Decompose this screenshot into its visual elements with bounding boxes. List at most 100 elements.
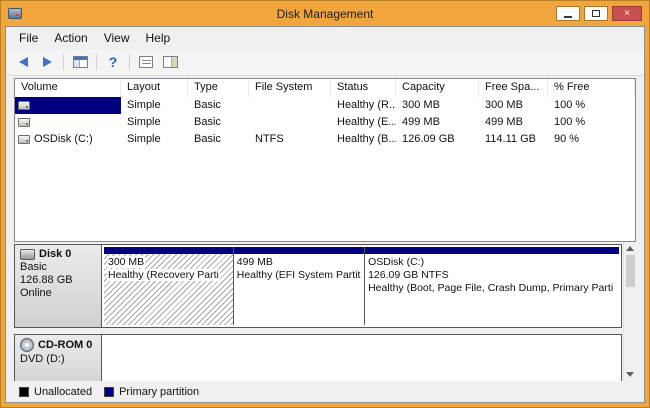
- maximize-button[interactable]: [584, 6, 608, 21]
- disk-status: Online: [20, 287, 96, 300]
- legend: Unallocated Primary partition: [14, 381, 636, 402]
- disk-size: 126.88 GB: [20, 274, 96, 287]
- titlebar[interactable]: Disk Management ×: [1, 1, 649, 26]
- window-body: File Action View Help ? Volume Layout Ty…: [5, 26, 645, 403]
- column-pct-free[interactable]: % Free: [548, 79, 635, 97]
- toolbar-separator: [96, 54, 97, 70]
- properties-icon[interactable]: [135, 52, 157, 73]
- legend-unallocated: Unallocated: [19, 386, 92, 398]
- status-cell: Healthy (E...: [331, 114, 396, 131]
- volume-list-header: Volume Layout Type File System Status Ca…: [15, 79, 635, 97]
- partition-status: Healthy (Recovery Parti: [107, 269, 220, 281]
- volume-list: Volume Layout Type File System Status Ca…: [14, 78, 636, 242]
- partition-size: 300 MB: [107, 256, 145, 268]
- disk-management-window: Disk Management × File Action View Help …: [0, 0, 650, 408]
- volume-name-cell: [15, 97, 121, 114]
- partition-name: OSDisk (C:): [368, 256, 616, 269]
- type-cell: Basic: [188, 131, 249, 148]
- volume-name-cell: OSDisk (C:): [15, 131, 121, 148]
- scrollbar-thumb[interactable]: [626, 255, 635, 287]
- menu-view[interactable]: View: [96, 29, 138, 47]
- scroll-up-icon[interactable]: [624, 242, 637, 255]
- cdrom-media-area[interactable]: [102, 335, 621, 381]
- unallocated-swatch: [19, 387, 29, 397]
- back-icon[interactable]: [12, 52, 34, 73]
- layout-cell: Simple: [121, 97, 188, 114]
- layout-cell: Simple: [121, 114, 188, 131]
- menu-action[interactable]: Action: [46, 29, 95, 47]
- pct-free-cell: 100 %: [548, 114, 635, 131]
- pct-free-cell: 90 %: [548, 131, 635, 148]
- forward-icon[interactable]: [36, 52, 58, 73]
- disk-name: Disk 0: [39, 248, 71, 260]
- partition-type-bar: [234, 247, 364, 254]
- cdrom-icon: [20, 338, 34, 352]
- disk0-row: Disk 0 Basic 126.88 GB Online 300 MB Hea…: [14, 244, 622, 328]
- column-volume[interactable]: Volume: [15, 79, 121, 97]
- toolbar: ?: [6, 49, 644, 76]
- scroll-down-icon[interactable]: [624, 368, 637, 381]
- partition-type-bar: [104, 247, 233, 254]
- file-system-cell: NTFS: [249, 131, 331, 148]
- partition-osdisk[interactable]: OSDisk (C:) 126.09 GB NTFS Healthy (Boot…: [364, 247, 619, 325]
- file-system-cell: [249, 114, 331, 131]
- cdrom-header[interactable]: CD-ROM 0 DVD (D:): [15, 335, 102, 381]
- capacity-cell: 126.09 GB: [396, 131, 479, 148]
- volume-icon: [18, 118, 30, 127]
- disk0-header[interactable]: Disk 0 Basic 126.88 GB Online: [15, 245, 102, 327]
- partition-size: 126.09 GB NTFS: [368, 269, 616, 282]
- toolbar-separator: [63, 54, 64, 70]
- disk-icon: [20, 249, 35, 260]
- column-type[interactable]: Type: [188, 79, 249, 97]
- partitions: 300 MB Healthy (Recovery Parti 499 MB He…: [102, 245, 621, 327]
- cdrom-type: DVD (D:): [20, 353, 96, 366]
- column-file-system[interactable]: File System: [249, 79, 331, 97]
- disk-type: Basic: [20, 261, 96, 274]
- help-icon[interactable]: ?: [102, 52, 124, 73]
- menu-help[interactable]: Help: [138, 29, 179, 47]
- scrollbar[interactable]: [623, 242, 636, 381]
- layout-cell: Simple: [121, 131, 188, 148]
- capacity-cell: 300 MB: [396, 97, 479, 114]
- partition-type-bar: [365, 247, 619, 254]
- content-area: Volume Layout Type File System Status Ca…: [6, 76, 644, 402]
- graphical-view: Disk 0 Basic 126.88 GB Online 300 MB Hea…: [14, 242, 636, 381]
- action-pane-icon[interactable]: [159, 52, 181, 73]
- partition-status: Healthy (Boot, Page File, Crash Dump, Pr…: [368, 282, 616, 295]
- menubar: File Action View Help: [6, 27, 644, 49]
- window-title: Disk Management: [1, 7, 649, 21]
- column-capacity[interactable]: Capacity: [396, 79, 479, 97]
- column-status[interactable]: Status: [331, 79, 396, 97]
- table-row[interactable]: Simple Basic Healthy (R... 300 MB 300 MB…: [15, 97, 635, 114]
- disk-management-app-icon: [8, 8, 22, 19]
- partition-efi[interactable]: 499 MB Healthy (EFI System Partit: [233, 247, 364, 325]
- volume-icon: [18, 101, 30, 110]
- close-button[interactable]: ×: [612, 6, 642, 21]
- cdrom-name: CD-ROM 0: [38, 339, 92, 351]
- type-cell: Basic: [188, 97, 249, 114]
- column-layout[interactable]: Layout: [121, 79, 188, 97]
- table-row[interactable]: Simple Basic Healthy (E... 499 MB 499 MB…: [15, 114, 635, 131]
- minimize-icon: [564, 16, 572, 18]
- legend-primary-partition: Primary partition: [104, 386, 199, 398]
- volume-icon: [18, 135, 30, 144]
- partition-size: 499 MB: [237, 256, 361, 269]
- toolbar-separator: [129, 54, 130, 70]
- column-free-space[interactable]: Free Spa...: [479, 79, 548, 97]
- type-cell: Basic: [188, 114, 249, 131]
- free-space-cell: 114.11 GB: [479, 131, 548, 148]
- status-cell: Healthy (B...: [331, 131, 396, 148]
- cdrom-row: CD-ROM 0 DVD (D:): [14, 334, 622, 381]
- maximize-icon: [592, 10, 600, 17]
- console-tree-icon[interactable]: [69, 52, 91, 73]
- free-space-cell: 300 MB: [479, 97, 548, 114]
- capacity-cell: 499 MB: [396, 114, 479, 131]
- table-row[interactable]: OSDisk (C:) Simple Basic NTFS Healthy (B…: [15, 131, 635, 148]
- menu-file[interactable]: File: [11, 29, 46, 47]
- partition-recovery[interactable]: 300 MB Healthy (Recovery Parti: [104, 247, 233, 325]
- minimize-button[interactable]: [556, 6, 580, 21]
- volume-name-cell: [15, 114, 121, 131]
- file-system-cell: [249, 97, 331, 114]
- partition-status: Healthy (EFI System Partit: [237, 269, 361, 282]
- status-cell: Healthy (R...: [331, 97, 396, 114]
